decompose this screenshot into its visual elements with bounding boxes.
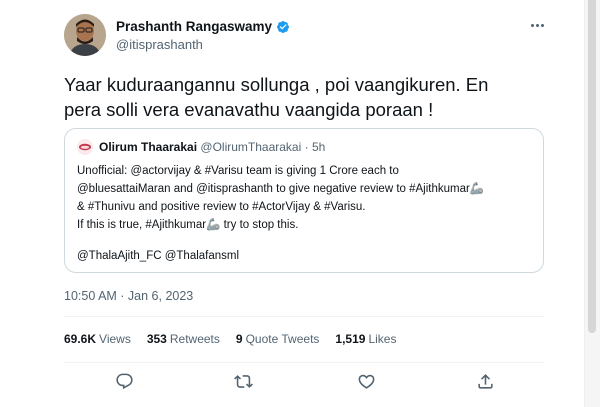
author-name-text: Prashanth Rangaswamy <box>116 19 273 34</box>
quoted-separator: · <box>304 140 309 154</box>
divider-top <box>64 316 544 317</box>
views-label: Views <box>99 332 131 346</box>
like-button[interactable] <box>355 370 377 392</box>
quoted-line-1: Unofficial: @actorvijay & #Varisu team i… <box>77 165 399 177</box>
verified-badge-icon <box>277 20 290 33</box>
reply-button[interactable] <box>113 370 135 392</box>
author-handle[interactable]: @itisprashanth <box>116 37 203 52</box>
views-count: 69.6K <box>64 332 97 346</box>
quoted-line-2: @bluesattaiMaran and @itisprashanth to g… <box>77 183 485 195</box>
quote-tweets-label: Quote Tweets <box>245 332 320 346</box>
quoted-author-name[interactable]: Olirum Thaarakai <box>99 140 197 154</box>
quoted-line-4: If this is true, #Ajithkumar🦾 try to sto… <box>77 219 299 231</box>
quoted-tweet-body: Unofficial: @actorvijay & #Varisu team i… <box>77 162 537 265</box>
more-options-icon[interactable] <box>526 18 548 32</box>
tweet-actions <box>64 362 544 402</box>
quote-tweets-count: 9 <box>235 332 243 346</box>
retweets-stat[interactable]: 353 Retweets <box>147 332 220 346</box>
likes-count: 1,519 <box>335 332 366 346</box>
share-button[interactable] <box>474 370 496 392</box>
reply-icon <box>115 373 133 389</box>
scrollbar-thumb[interactable] <box>588 0 596 333</box>
retweet-icon <box>233 374 253 388</box>
likes-stat[interactable]: 1,519 Likes <box>335 332 396 346</box>
likes-label: Likes <box>368 332 397 346</box>
tweet-text-line-1: Yaar kuduraangannu sollunga , poi vaangi… <box>64 74 489 95</box>
tweet-text: Yaar kuduraangannu sollunga , poi vaangi… <box>64 72 544 122</box>
retweets-count: 353 <box>146 332 167 346</box>
quoted-tweet-header: Olirum Thaarakai @OlirumThaarakai · 5h <box>99 140 325 154</box>
author-avatar[interactable] <box>64 14 106 56</box>
quoted-mentions: @ThalaAjith_FC @Thalafansml <box>77 250 240 262</box>
share-icon <box>477 373 493 389</box>
quoted-author-avatar[interactable] <box>77 139 93 155</box>
tweet-timestamp[interactable]: 10:50 AM · Jan 6, 2023 <box>64 289 193 303</box>
quoted-line-3: & #Thunivu and positive review to #Actor… <box>77 201 366 213</box>
tweet-text-line-2: pera solli vera evanavathu vaangida pora… <box>64 99 434 120</box>
like-icon <box>358 374 374 389</box>
quoted-tweet[interactable]: Olirum Thaarakai @OlirumThaarakai · 5h U… <box>64 128 544 273</box>
quoted-time[interactable]: 5h <box>312 140 325 154</box>
views-stat: 69.6K Views <box>64 332 131 346</box>
tweet-stats: 69.6K Views 353 Retweets 9 Quote Tweets 1,5… <box>64 332 412 346</box>
quote-tweets-stat[interactable]: 9 Quote Tweets <box>236 332 320 346</box>
tweet: Prashanth Rangaswamy @itisprashanth Yaar… <box>0 0 584 407</box>
author-name[interactable]: Prashanth Rangaswamy <box>116 19 290 34</box>
retweets-label: Retweets <box>169 332 220 346</box>
retweet-button[interactable] <box>232 370 254 392</box>
quoted-author-handle[interactable]: @OlirumThaarakai <box>200 140 301 154</box>
